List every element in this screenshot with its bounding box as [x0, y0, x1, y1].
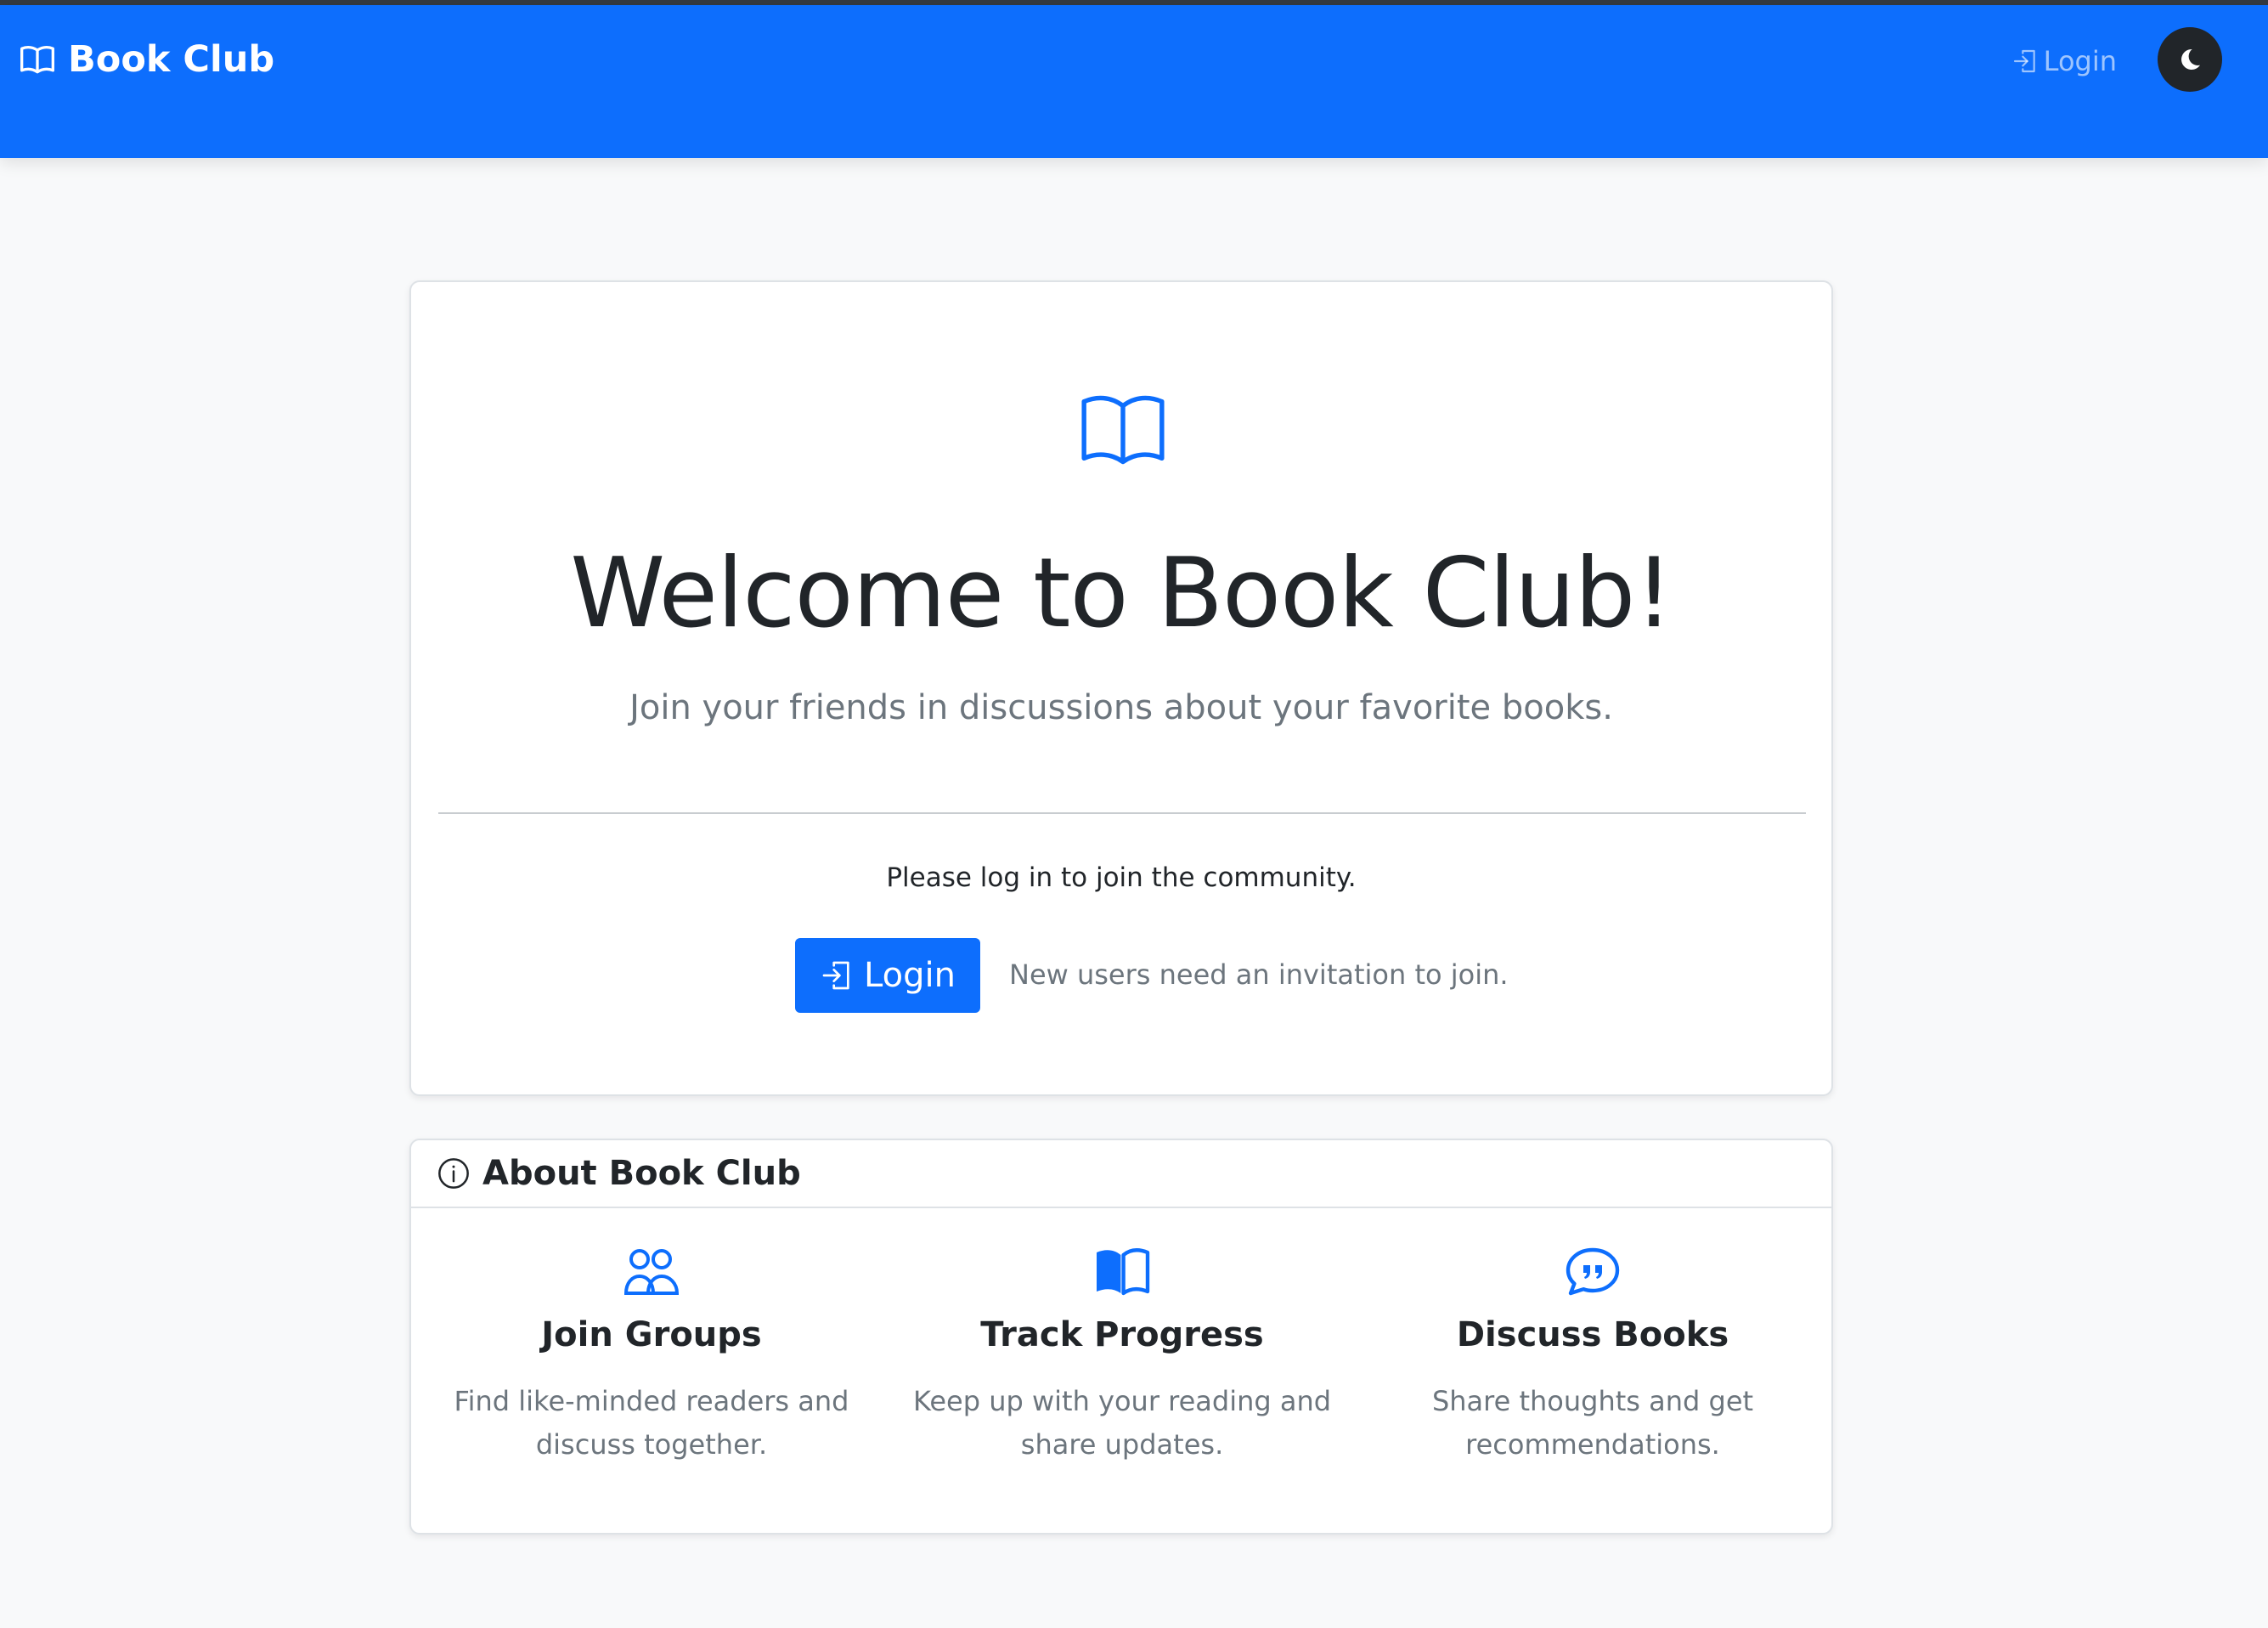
lead-text: Join your friends in discussions about y… — [629, 688, 1613, 727]
feature-join-groups: Join Groups Find like-minded readers and… — [439, 1246, 864, 1467]
book-icon — [20, 46, 54, 74]
moon-icon — [2181, 48, 2200, 70]
about-card-header: About Book Club — [411, 1140, 1831, 1208]
feature-title: Track Progress — [980, 1315, 1264, 1354]
login-button-label: Login — [864, 956, 956, 995]
nav-login-label: Login — [2043, 45, 2117, 77]
brand-link[interactable]: Book Club — [19, 36, 274, 83]
welcome-card: Welcome to Book Club! Join your friends … — [409, 280, 1833, 1096]
invite-note: New users need an invitation to join. — [1009, 958, 1509, 991]
page-title: Welcome to Book Club! — [570, 537, 1673, 649]
feature-text: Find like-minded readers and discuss tog… — [454, 1385, 849, 1461]
feature-discuss-books: Discuss Books Share thoughts and get rec… — [1380, 1246, 1805, 1467]
login-prompt: Please log in to join the community. — [886, 862, 1357, 893]
book-icon — [1081, 395, 1165, 465]
chat-quote-icon — [1566, 1247, 1620, 1296]
info-circle-icon — [438, 1158, 469, 1189]
brand-name: Book Club — [68, 38, 275, 81]
about-card: About Book Club Join Groups Find like-mi… — [409, 1139, 1833, 1535]
nav-login-link[interactable]: Login — [2011, 37, 2117, 85]
feature-track-progress: Track Progress Keep up with your reading… — [910, 1246, 1334, 1467]
about-title: About Book Club — [482, 1154, 801, 1193]
feature-title: Discuss Books — [1456, 1315, 1729, 1354]
people-icon — [623, 1249, 680, 1295]
navbar: Book Club Login — [0, 5, 2268, 158]
feature-text: Share thoughts and get recommendations. — [1431, 1385, 1754, 1461]
login-button[interactable]: Login — [795, 938, 980, 1013]
login-icon — [822, 961, 849, 990]
divider — [438, 812, 1806, 814]
theme-toggle-button[interactable] — [2158, 27, 2222, 92]
login-icon — [2013, 49, 2035, 73]
feature-text: Keep up with your reading and share upda… — [912, 1385, 1332, 1461]
feature-title: Join Groups — [541, 1315, 762, 1354]
book-filled-icon — [1097, 1248, 1150, 1296]
